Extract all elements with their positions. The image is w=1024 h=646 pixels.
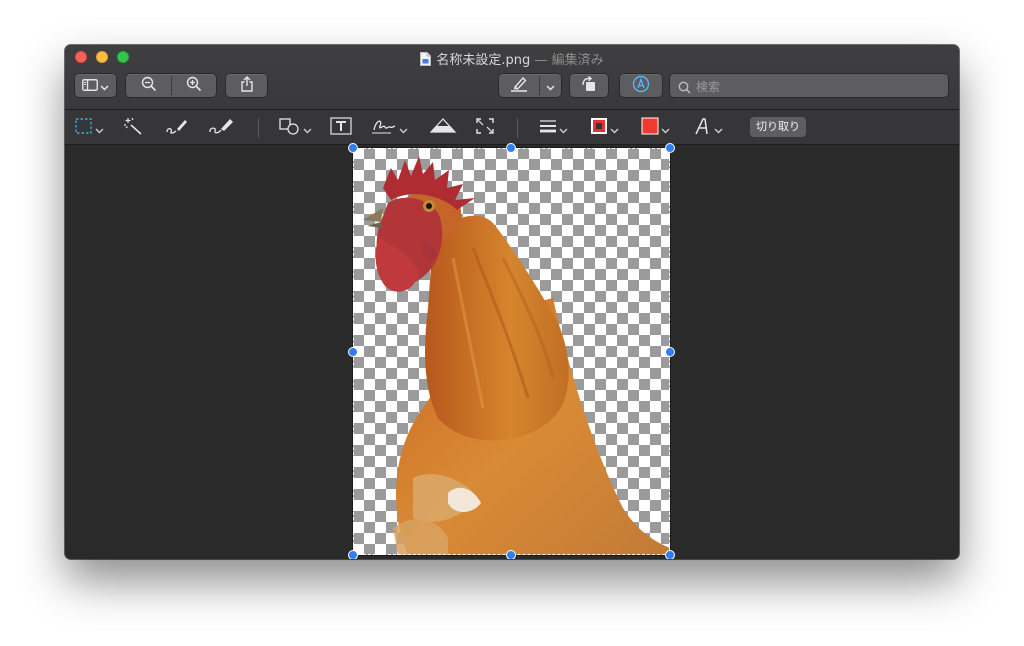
- title-bar: 名称未設定.png — 編集済み: [65, 45, 959, 110]
- image-canvas: [65, 143, 959, 559]
- text-style-tool[interactable]: [694, 118, 723, 138]
- sign-tool[interactable]: [371, 118, 408, 138]
- resize-handle-top-right[interactable]: [665, 143, 675, 153]
- chevron-down-icon: [546, 76, 555, 95]
- border-color-tool[interactable]: [590, 118, 619, 138]
- chevron-down-icon: [399, 119, 408, 138]
- fill-color-tool[interactable]: [641, 117, 670, 139]
- rectangular-selection-tool[interactable]: [75, 118, 104, 138]
- zoom-in-button[interactable]: [172, 74, 216, 97]
- chevron-down-icon: [559, 119, 568, 138]
- title-separator: —: [534, 53, 548, 68]
- fill-color-icon: [641, 117, 659, 139]
- zoom-segmented-control: [126, 74, 216, 97]
- markup-icon: [632, 75, 650, 97]
- zoom-out-icon: [141, 76, 157, 96]
- crop-button[interactable]: 切り取り: [750, 117, 806, 137]
- magic-wand-icon: [123, 117, 143, 139]
- resize-handle-right[interactable]: [665, 347, 675, 357]
- signature-icon: [371, 117, 397, 139]
- resize-icon: [475, 117, 495, 139]
- draw-tool[interactable]: [208, 118, 236, 138]
- selection-rectangle[interactable]: [353, 148, 670, 555]
- png-document-icon: [420, 52, 432, 70]
- search-input[interactable]: [694, 76, 938, 97]
- adjust-size-tool[interactable]: [475, 118, 495, 138]
- draw-icon: [208, 117, 236, 139]
- sketch-tool[interactable]: [165, 118, 189, 138]
- markup-toolbar-button[interactable]: [620, 74, 662, 97]
- highlight-segmented-control: [499, 74, 561, 97]
- highlighter-icon: [510, 76, 528, 96]
- preview-window: 名称未設定.png — 編集済み 検索 切り取り: [65, 45, 959, 559]
- search-icon: [678, 79, 691, 98]
- zoom-in-icon: [186, 76, 202, 96]
- resize-handle-left[interactable]: [348, 347, 358, 357]
- resize-handle-bottom-right[interactable]: [665, 550, 675, 559]
- adjust-color-icon: [429, 117, 457, 139]
- text-style-icon: [694, 117, 712, 139]
- chevron-down-icon: [95, 119, 104, 138]
- text-tool[interactable]: [330, 117, 352, 139]
- resize-handle-bottom[interactable]: [506, 550, 516, 559]
- chevron-down-icon: [661, 119, 670, 138]
- instant-alpha-tool[interactable]: [123, 117, 143, 139]
- rect-select-icon: [75, 118, 93, 138]
- resize-handle-top-left[interactable]: [348, 143, 358, 153]
- share-icon: [240, 75, 254, 96]
- search-field[interactable]: [670, 74, 948, 97]
- toolbar-separator: [517, 118, 518, 138]
- share-button[interactable]: [226, 74, 267, 97]
- resize-handle-top[interactable]: [506, 143, 516, 153]
- border-color-icon: [590, 117, 608, 139]
- shapes-tool[interactable]: [279, 118, 312, 138]
- highlight-options-button[interactable]: [540, 74, 561, 97]
- sidebar-icon: [82, 76, 98, 95]
- sidebar-view-button[interactable]: [75, 74, 116, 97]
- text-box-icon: [330, 117, 352, 139]
- adjust-color-tool[interactable]: [429, 118, 457, 138]
- document-name: 名称未設定.png: [436, 53, 531, 68]
- shapes-icon: [279, 117, 301, 139]
- resize-handle-bottom-left[interactable]: [348, 550, 358, 559]
- sketch-icon: [165, 117, 189, 139]
- chevron-down-icon: [610, 119, 619, 138]
- toolbar-separator: [258, 118, 259, 138]
- rotate-button[interactable]: [570, 74, 608, 97]
- chevron-down-icon: [100, 76, 109, 95]
- chevron-down-icon: [714, 119, 723, 138]
- edited-status: 編集済み: [551, 53, 604, 68]
- chevron-down-icon: [303, 119, 312, 138]
- shape-style-tool[interactable]: [539, 118, 568, 138]
- highlight-button[interactable]: [499, 74, 539, 97]
- line-style-icon: [539, 118, 557, 138]
- window-title: 名称未設定.png — 編集済み: [65, 49, 959, 70]
- markup-toolbar: 切り取り: [65, 110, 959, 145]
- zoom-out-button[interactable]: [126, 74, 171, 97]
- rotate-left-icon: [580, 75, 598, 96]
